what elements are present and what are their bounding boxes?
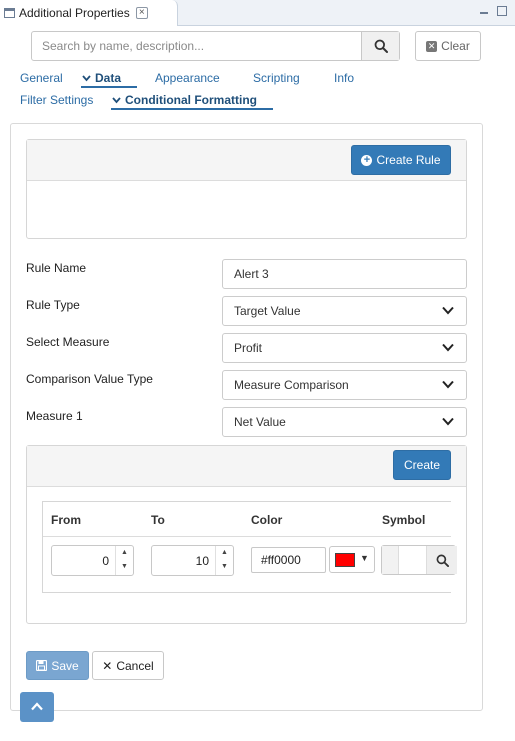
chevron-up-icon xyxy=(31,702,43,711)
tab-general[interactable]: General xyxy=(20,71,63,85)
plus-circle-icon: + xyxy=(361,154,373,166)
chevron-down-icon xyxy=(442,343,454,352)
search-box xyxy=(31,31,400,61)
decrement-icon[interactable]: ▼ xyxy=(121,563,128,570)
comparison-value-type-select[interactable]: Measure Comparison xyxy=(222,370,467,400)
clear-icon: ✕ xyxy=(426,40,438,52)
chevron-down-icon xyxy=(442,417,454,426)
chevron-down-icon xyxy=(442,380,454,389)
from-stepper-arrows: ▲ ▼ xyxy=(115,546,133,575)
subtab-conditional-formatting[interactable]: Conditional Formatting xyxy=(112,93,257,107)
rule-type-select[interactable]: Target Value xyxy=(222,296,467,326)
color-picker-button[interactable]: ▼ xyxy=(329,546,375,573)
column-header-symbol: Symbol xyxy=(382,513,426,527)
create-rule-button[interactable]: + Create Rule xyxy=(351,145,451,175)
maximize-icon[interactable] xyxy=(497,6,507,16)
search-input[interactable] xyxy=(32,32,361,60)
caret-down-icon: ▼ xyxy=(360,553,369,563)
column-header-to: To xyxy=(151,513,165,527)
symbol-picker-handle xyxy=(382,546,399,574)
search-icon xyxy=(374,39,388,53)
symbol-picker[interactable] xyxy=(381,545,457,575)
view-tab-additional-properties[interactable]: Additional Properties × xyxy=(0,0,178,26)
from-stepper[interactable]: 0 ▲ ▼ xyxy=(51,545,134,576)
properties-view-icon xyxy=(4,8,15,18)
close-icon: ✕ xyxy=(102,658,113,673)
color-swatch xyxy=(335,553,355,567)
tab-data[interactable]: Data xyxy=(82,71,121,85)
column-header-from: From xyxy=(51,513,81,527)
chevron-down-icon xyxy=(112,93,121,107)
scroll-to-top-button[interactable] xyxy=(20,692,54,722)
close-icon[interactable]: × xyxy=(135,7,148,19)
tab-data-underline xyxy=(81,86,137,88)
decrement-icon[interactable]: ▼ xyxy=(221,563,228,570)
chevron-down-icon xyxy=(82,71,91,85)
floppy-disk-icon xyxy=(36,660,48,671)
measure-1-label: Measure 1 xyxy=(26,409,83,423)
comparison-value-type-label: Comparison Value Type xyxy=(26,372,153,386)
clear-label: Clear xyxy=(441,39,470,53)
minimize-icon[interactable] xyxy=(478,6,490,18)
select-measure-select[interactable]: Profit xyxy=(222,333,467,363)
create-range-button[interactable]: Create xyxy=(393,450,451,480)
increment-icon[interactable]: ▲ xyxy=(121,549,128,556)
to-stepper-arrows: ▲ ▼ xyxy=(215,546,233,575)
select-measure-label: Select Measure xyxy=(26,335,110,349)
search-button[interactable] xyxy=(361,32,399,60)
rule-type-label: Rule Type xyxy=(26,298,80,312)
view-tab-bar: Additional Properties × xyxy=(0,0,515,26)
chevron-down-icon xyxy=(442,306,454,315)
to-value: 10 xyxy=(195,554,209,568)
view-title: Additional Properties xyxy=(19,6,130,20)
rule-name-label: Rule Name xyxy=(26,261,87,275)
clear-button[interactable]: ✕ Clear xyxy=(415,31,481,61)
tab-scripting[interactable]: Scripting xyxy=(253,71,300,85)
rule-name-input[interactable]: Alert 3 xyxy=(222,259,467,289)
symbol-preview xyxy=(399,546,427,574)
subtab-filter-settings[interactable]: Filter Settings xyxy=(20,93,93,107)
from-value: 0 xyxy=(102,554,109,568)
symbol-search-button[interactable] xyxy=(427,546,457,574)
measure-1-select[interactable]: Net Value xyxy=(222,407,467,437)
save-button[interactable]: Save xyxy=(26,651,89,680)
color-hex-input[interactable]: #ff0000 xyxy=(251,547,326,573)
tab-info[interactable]: Info xyxy=(334,71,354,85)
cancel-button[interactable]: ✕ Cancel xyxy=(92,651,164,680)
to-stepper[interactable]: 10 ▲ ▼ xyxy=(151,545,234,576)
range-grid-header: From To Color Symbol xyxy=(43,502,451,537)
increment-icon[interactable]: ▲ xyxy=(221,549,228,556)
search-icon xyxy=(436,554,449,567)
column-header-color: Color xyxy=(251,513,283,527)
tab-appearance[interactable]: Appearance xyxy=(155,71,220,85)
subtab-conditional-formatting-underline xyxy=(111,108,273,110)
